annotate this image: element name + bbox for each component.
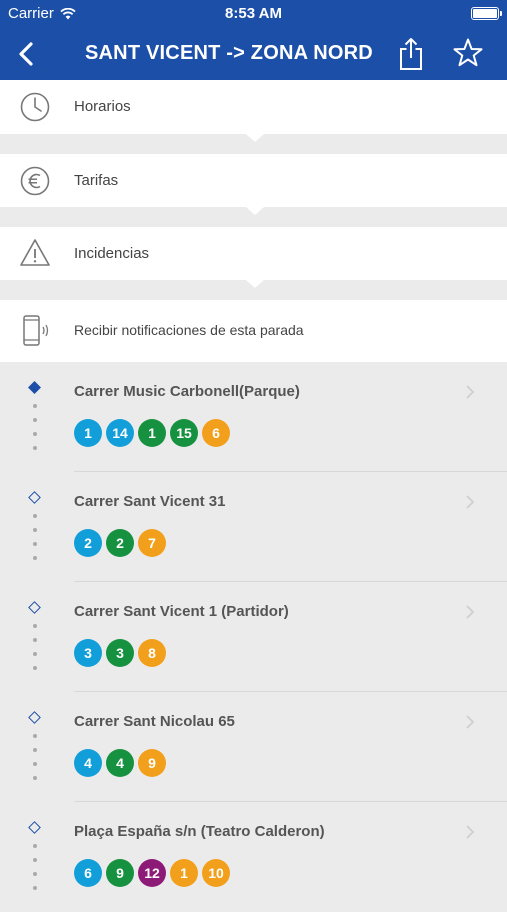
line-badge[interactable]: 7	[138, 529, 166, 557]
back-arrow-icon[interactable]	[12, 36, 42, 72]
line-badge[interactable]: 10	[202, 859, 230, 887]
list-item-stop[interactable]: Plaça España s/n (Teatro Calderon) 6 9 1…	[0, 802, 507, 912]
timeline-dot	[33, 624, 37, 628]
line-badges: 6 9 12 1 10	[74, 859, 230, 887]
line-badge[interactable]: 14	[106, 419, 134, 447]
timeline-dot	[33, 844, 37, 848]
line-badge[interactable]: 3	[106, 639, 134, 667]
stop-marker-icon	[28, 821, 41, 834]
timeline-dot	[33, 858, 37, 862]
timeline-dot	[33, 404, 37, 408]
line-badge[interactable]: 6	[74, 859, 102, 887]
line-badge[interactable]: 1	[138, 419, 166, 447]
timeline-dot	[33, 528, 37, 532]
timeline-dot	[33, 734, 37, 738]
timeline-dot	[33, 638, 37, 642]
phone-notification-icon	[23, 315, 49, 346]
line-badge[interactable]: 12	[138, 859, 166, 887]
share-icon[interactable]	[397, 36, 425, 72]
line-badge[interactable]: 1	[170, 859, 198, 887]
chevron-right-icon	[466, 605, 475, 619]
menu-item-tarifas[interactable]: Tarifas	[0, 154, 507, 207]
menu-item-incidencias[interactable]: Incidencias	[0, 227, 507, 280]
line-badge[interactable]: 8	[138, 639, 166, 667]
menu-divider-notch	[246, 280, 264, 288]
favorite-star-icon[interactable]	[452, 37, 484, 69]
navigation-bar: SANT VICENT -> ZONA NORD	[0, 28, 507, 80]
timeline-dot	[33, 872, 37, 876]
menu-item-horarios[interactable]: Horarios	[0, 80, 507, 134]
stop-name: Carrer Sant Nicolau 65	[74, 713, 235, 730]
timeline-dot	[33, 666, 37, 670]
menu-item-label: Incidencias	[74, 245, 150, 262]
warning-icon	[20, 239, 50, 266]
list-item-stop[interactable]: Carrer Music Carbonell(Parque) 1 14 1 15…	[0, 362, 507, 472]
chevron-right-icon	[466, 495, 475, 509]
timeline-dot	[33, 446, 37, 450]
chevron-right-icon	[466, 715, 475, 729]
stop-name: Carrer Music Carbonell(Parque)	[74, 383, 300, 400]
line-badges: 2 2 7	[74, 529, 166, 557]
chevron-right-icon	[466, 825, 475, 839]
line-badge[interactable]: 1	[74, 419, 102, 447]
timeline-dot	[33, 514, 37, 518]
stop-marker-icon	[28, 491, 41, 504]
status-bar: Carrier 8:53 AM	[0, 0, 507, 28]
menu-item-label: Horarios	[74, 98, 131, 115]
stop-name: Carrer Sant Vicent 1 (Partidor)	[74, 603, 289, 620]
line-badge[interactable]: 2	[106, 529, 134, 557]
timeline-dot	[33, 748, 37, 752]
timeline-dot	[33, 776, 37, 780]
timeline-dot	[33, 762, 37, 766]
menu-divider-notch	[246, 207, 264, 215]
line-badge[interactable]: 9	[106, 859, 134, 887]
line-badge[interactable]: 15	[170, 419, 198, 447]
menu-item-label: Tarifas	[74, 172, 119, 189]
menu-item-notificaciones[interactable]: Recibir notificaciones de esta parada	[0, 300, 507, 362]
stop-name: Plaça España s/n (Teatro Calderon)	[74, 823, 325, 840]
line-badge[interactable]: 4	[106, 749, 134, 777]
line-badge[interactable]: 2	[74, 529, 102, 557]
euro-icon	[20, 166, 50, 196]
timeline-dot	[33, 432, 37, 436]
menu-item-label: Recibir notificaciones de esta parada	[74, 322, 304, 338]
timeline-dot	[33, 542, 37, 546]
clock-time: 8:53 AM	[225, 5, 282, 22]
stop-marker-icon	[28, 711, 41, 724]
page-title: SANT VICENT -> ZONA NORD	[85, 42, 373, 64]
timeline-dot	[33, 556, 37, 560]
stop-name: Carrer Sant Vicent 31	[74, 493, 226, 510]
line-badges: 4 4 9	[74, 749, 166, 777]
timeline-dot	[33, 886, 37, 890]
current-stop-marker-icon	[28, 381, 41, 394]
clock-icon	[20, 92, 50, 122]
timeline-dot	[33, 652, 37, 656]
line-badges: 3 3 8	[74, 639, 166, 667]
line-badge[interactable]: 4	[74, 749, 102, 777]
battery-icon	[471, 7, 502, 20]
menu-divider-notch	[246, 134, 264, 142]
line-badge[interactable]: 6	[202, 419, 230, 447]
timeline-dot	[33, 418, 37, 422]
stop-marker-icon	[28, 601, 41, 614]
list-item-stop[interactable]: Carrer Sant Nicolau 65 4 4 9	[0, 692, 507, 802]
line-badge[interactable]: 9	[138, 749, 166, 777]
line-badge[interactable]: 3	[74, 639, 102, 667]
line-badges: 1 14 1 15 6	[74, 419, 230, 447]
list-item-stop[interactable]: Carrer Sant Vicent 1 (Partidor) 3 3 8	[0, 582, 507, 692]
chevron-right-icon	[466, 385, 475, 399]
list-item-stop[interactable]: Carrer Sant Vicent 31 2 2 7	[0, 472, 507, 582]
